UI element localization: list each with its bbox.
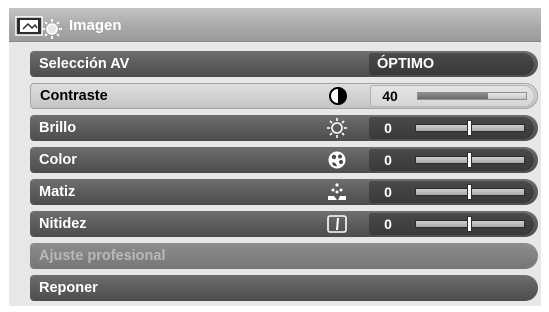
color-slider-thumb[interactable] — [467, 152, 472, 168]
brillo-value-box[interactable]: 0 — [369, 117, 534, 139]
av-mode-value-box[interactable]: ÓPTIMO — [369, 53, 534, 75]
menu-row-nitidez[interactable]: Nitidez 0 — [30, 211, 538, 237]
brillo-value: 0 — [384, 120, 392, 136]
color-slider[interactable] — [415, 152, 525, 168]
matiz-value-box[interactable]: 0 — [369, 181, 534, 203]
row-label: Nitidez — [39, 216, 87, 232]
menu-row-seleccion-av[interactable]: Selección AV ÓPTIMO — [30, 51, 538, 77]
row-label: Ajuste profesional — [39, 248, 166, 264]
color-value-box[interactable]: 0 — [369, 149, 534, 171]
menu-row-matiz[interactable]: Matiz 0 — [30, 179, 538, 205]
contrast-icon — [329, 87, 347, 105]
row-label: Selección AV — [39, 56, 130, 72]
row-label: Matiz — [39, 184, 76, 200]
av-mode-value: ÓPTIMO — [377, 56, 435, 72]
row-label: Brillo — [39, 120, 77, 136]
matiz-value: 0 — [384, 184, 392, 200]
tint-icon — [328, 183, 346, 200]
brillo-slider-thumb[interactable] — [467, 120, 472, 136]
row-label: Contraste — [40, 88, 108, 104]
nitidez-slider[interactable] — [415, 216, 525, 232]
row-label: Color — [39, 152, 77, 168]
menu-title: Imagen — [69, 17, 122, 34]
color-value: 0 — [384, 152, 392, 168]
color-palette-icon — [328, 151, 346, 169]
nitidez-slider-thumb[interactable] — [467, 216, 472, 232]
picture-settings-icon — [15, 16, 62, 39]
brightness-sun-icon — [327, 118, 347, 138]
contraste-slider[interactable] — [417, 92, 527, 100]
contraste-slider-fill — [418, 93, 488, 99]
menu-row-ajuste-profesional: Ajuste profesional — [30, 243, 538, 269]
menu-row-reponer[interactable]: Reponer — [30, 275, 538, 301]
matiz-slider-thumb[interactable] — [467, 184, 472, 200]
matiz-slider[interactable] — [415, 184, 525, 200]
menu-row-brillo[interactable]: Brillo 0 — [30, 115, 538, 141]
menu-row-color[interactable]: Color 0 — [30, 147, 538, 173]
nitidez-value: 0 — [384, 216, 392, 232]
nitidez-value-box[interactable]: 0 — [369, 213, 534, 235]
picture-menu-screen: Imagen Selección AV ÓPTIMO Contraste 40 … — [9, 8, 541, 306]
menu-row-contraste[interactable]: Contraste 40 — [30, 83, 538, 109]
row-label: Reponer — [39, 280, 98, 296]
sharpness-icon — [327, 215, 347, 233]
contraste-value: 40 — [382, 88, 398, 104]
contraste-value-box[interactable]: 40 — [370, 85, 535, 107]
brillo-slider[interactable] — [415, 120, 525, 136]
menu-header: Imagen — [9, 8, 541, 42]
